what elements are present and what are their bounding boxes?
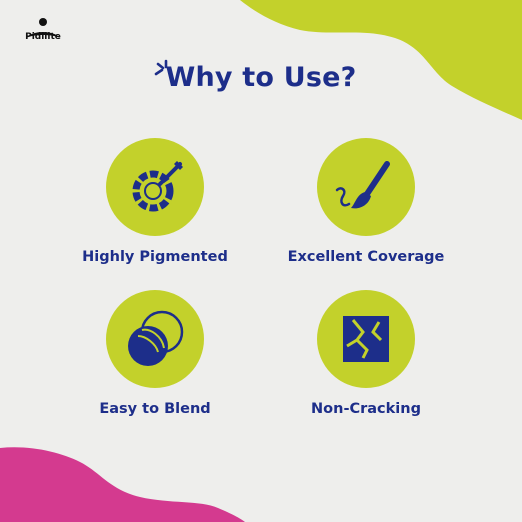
feature-badge <box>317 290 415 388</box>
feature-excellent-coverage: Excellent Coverage <box>266 138 466 265</box>
feature-badge <box>106 290 204 388</box>
feature-badge <box>317 138 415 236</box>
palette-icon <box>132 161 183 212</box>
page: Pidilite Why to Use? Highly Pigmented Ex… <box>0 0 522 522</box>
feature-label: Excellent Coverage <box>287 249 445 265</box>
cracked-tile-icon <box>343 316 389 362</box>
brand-name: Pidilite <box>25 32 61 42</box>
feature-label: Highly Pigmented <box>82 249 228 265</box>
paintbrush-icon <box>335 161 390 209</box>
feature-highly-pigmented: Highly Pigmented <box>55 138 255 265</box>
feature-label: Easy to Blend <box>99 401 211 417</box>
heading: Why to Use? <box>0 62 522 93</box>
feature-label: Non-Cracking <box>311 401 421 417</box>
feature-non-cracking: Non-Cracking <box>266 290 466 417</box>
page-title: Why to Use? <box>165 62 357 93</box>
feature-badge <box>106 138 204 236</box>
blend-circles-icon <box>128 310 184 366</box>
feature-easy-to-blend: Easy to Blend <box>55 290 255 417</box>
